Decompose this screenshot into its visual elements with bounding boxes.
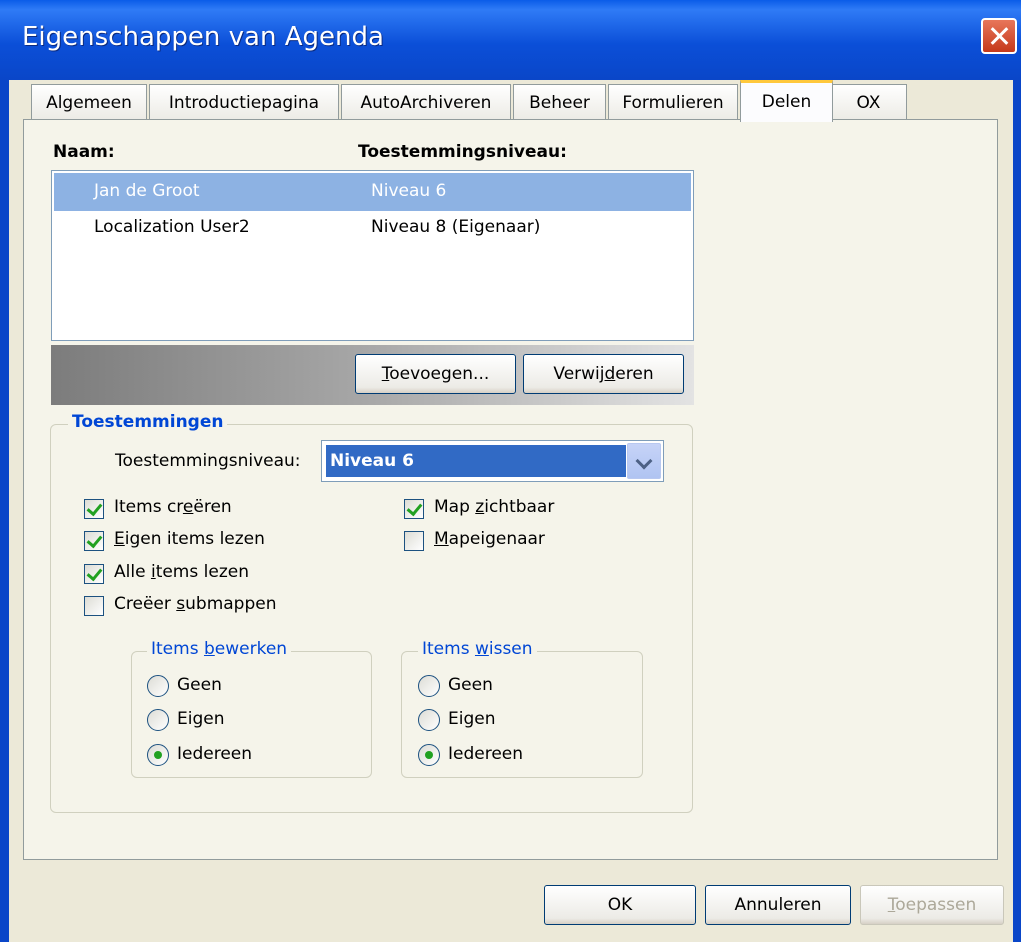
permission-level-value: Niveau 6 — [326, 445, 626, 477]
permission-level-select[interactable]: Niveau 6 — [321, 440, 664, 482]
tab-ox[interactable]: OX — [830, 84, 907, 120]
list-row[interactable]: Localization User2 Niveau 8 (Eigenaar) — [54, 209, 691, 247]
apply-button[interactable]: Toepassen — [860, 885, 1004, 925]
delete-own-label[interactable]: Eigen — [448, 709, 496, 729]
edit-own-label[interactable]: Eigen — [177, 709, 225, 729]
permission-level-label: Toestemmingsniveau: — [115, 451, 301, 471]
delete-own-radio[interactable] — [418, 709, 440, 731]
title-bar[interactable]: Eigenschappen van Agenda — [0, 0, 1021, 80]
close-icon[interactable] — [981, 18, 1017, 54]
folder-visible-label[interactable]: Map zichtbaar — [434, 497, 554, 517]
tab-beheer[interactable]: Beheer — [513, 84, 606, 120]
create-items-label[interactable]: Items creëren — [114, 497, 232, 517]
folder-owner-label[interactable]: Mapeigenaar — [434, 529, 545, 549]
delete-all-radio[interactable] — [418, 744, 440, 766]
edit-all-radio[interactable] — [147, 744, 169, 766]
read-own-items-label[interactable]: Eigen items lezen — [114, 529, 265, 549]
tab-autoarchiveren[interactable]: AutoArchiveren — [341, 84, 511, 120]
edit-none-label[interactable]: Geen — [177, 675, 222, 695]
delete-all-label[interactable]: Iedereen — [448, 744, 523, 764]
properties-dialog: Eigenschappen van Agenda Algemeen Introd… — [0, 0, 1021, 942]
tab-algemeen[interactable]: Algemeen — [31, 84, 147, 120]
window-title: Eigenschappen van Agenda — [22, 22, 384, 52]
row-name: Localization User2 — [94, 217, 250, 237]
delete-none-radio[interactable] — [418, 675, 440, 697]
folder-owner-checkbox[interactable] — [404, 531, 424, 551]
create-subfolders-checkbox[interactable] — [84, 596, 104, 616]
create-subfolders-label[interactable]: Creëer submappen — [114, 594, 276, 614]
delete-none-label[interactable]: Geen — [448, 675, 493, 695]
folder-visible-checkbox[interactable] — [404, 499, 424, 519]
cancel-button[interactable]: Annuleren — [705, 885, 851, 925]
list-row[interactable]: Jan de Groot Niveau 6 — [54, 173, 691, 211]
tab-delen[interactable]: Delen — [740, 80, 833, 122]
edit-own-radio[interactable] — [147, 709, 169, 731]
column-header-name: Naam: — [53, 142, 115, 162]
read-all-items-label[interactable]: Alle items lezen — [114, 562, 249, 582]
row-level: Niveau 8 (Eigenaar) — [371, 217, 541, 237]
read-own-items-checkbox[interactable] — [84, 531, 104, 551]
chevron-down-icon[interactable] — [627, 443, 661, 479]
create-items-checkbox[interactable] — [84, 499, 104, 519]
remove-button[interactable]: Verwijderen — [523, 354, 684, 394]
edit-none-radio[interactable] — [147, 675, 169, 697]
add-button[interactable]: Toevoegen... — [355, 354, 516, 394]
window-frame-left — [0, 80, 9, 942]
delete-items-group-title: Items wissen — [418, 639, 537, 659]
read-all-items-checkbox[interactable] — [84, 564, 104, 584]
edit-items-group-title: Items bewerken — [147, 639, 292, 659]
window-frame-right — [1013, 80, 1021, 942]
permissions-group-title: Toestemmingen — [68, 412, 228, 432]
tab-introductiepagina[interactable]: Introductiepagina — [149, 84, 339, 120]
permission-list[interactable]: Jan de Groot Niveau 6 Localization User2… — [51, 170, 694, 341]
row-name: Jan de Groot — [94, 181, 200, 201]
edit-all-label[interactable]: Iedereen — [177, 744, 252, 764]
column-header-level: Toestemmingsniveau: — [358, 142, 567, 162]
ok-button[interactable]: OK — [544, 885, 696, 925]
tab-formulieren[interactable]: Formulieren — [608, 84, 738, 120]
row-level: Niveau 6 — [371, 181, 447, 201]
